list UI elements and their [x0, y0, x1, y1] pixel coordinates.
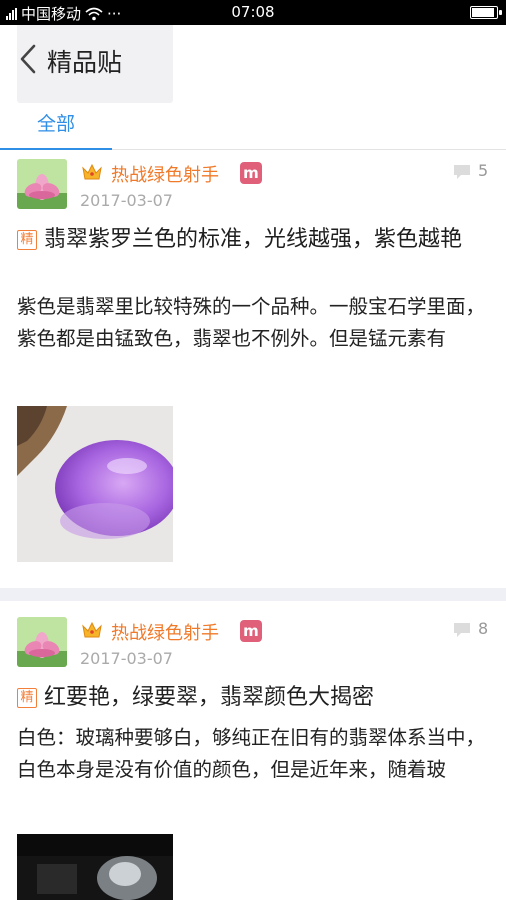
section-divider: [0, 588, 506, 601]
page-title: 精品贴: [47, 48, 123, 77]
comment-icon: [454, 165, 470, 179]
post-card[interactable]: 热战绿色射手 m 8 2017-03-07 精红要艳，绿要翠，翡翠颜色大揭密 白…: [0, 608, 506, 900]
username[interactable]: 热战绿色射手: [111, 161, 219, 187]
clock: 07:08: [231, 3, 275, 21]
featured-tag: 精: [17, 688, 37, 708]
post-title[interactable]: 精红要艳，绿要翠，翡翠颜色大揭密: [17, 683, 487, 713]
app-header: 精品贴: [0, 25, 506, 107]
post-excerpt: 白色：玻璃种要够白，够纯正在旧有的翡翠体系当中，白色本身是没有价值的颜色，但是近…: [17, 726, 486, 781]
crown-icon: [82, 621, 102, 638]
post-title[interactable]: 精翡翠紫罗兰色的标准，光线越强，紫色越艳: [17, 225, 487, 255]
post-date: 2017-03-07: [80, 191, 173, 210]
tab-all-label: 全部: [36, 113, 75, 135]
post-excerpt: 紫色是翡翠里比较特殊的一个品种。一般宝石学里面，紫色都是由锰致色，翡翠也不例外。…: [17, 295, 486, 350]
avatar[interactable]: [17, 159, 67, 209]
post-thumbnail[interactable]: [17, 834, 173, 900]
comment-count: 5: [478, 161, 489, 180]
post-date: 2017-03-07: [80, 649, 173, 668]
comment-count: 8: [478, 619, 489, 638]
tab-all[interactable]: 全部: [0, 107, 112, 151]
post-card[interactable]: 热战绿色射手 m 5 2017-03-07 精翡翠紫罗兰色的标准，光线越强，紫色…: [0, 150, 506, 588]
level-badge: m: [240, 620, 262, 642]
crown-icon: [82, 163, 102, 180]
comment-icon: [454, 623, 470, 637]
level-badge: m: [240, 162, 262, 184]
featured-tag: 精: [17, 230, 37, 250]
battery-icon: [470, 6, 502, 19]
back-arrow-icon[interactable]: [14, 41, 44, 77]
avatar[interactable]: [17, 617, 67, 667]
post-title-text: 红要艳，绿要翠，翡翠颜色大揭密: [44, 685, 375, 710]
status-bar: 中国移动 ··· 07:08: [0, 0, 506, 25]
tab-bar: 全部: [0, 107, 506, 151]
post-title-text: 翡翠紫罗兰色的标准，光线越强，紫色越艳: [44, 227, 463, 252]
username[interactable]: 热战绿色射手: [111, 619, 219, 645]
post-thumbnail[interactable]: [17, 406, 173, 562]
